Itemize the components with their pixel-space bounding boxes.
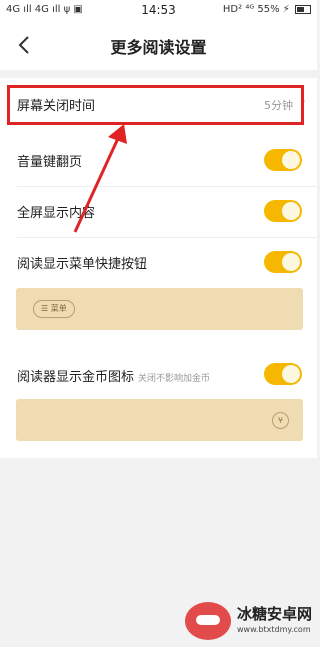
- setting-label: 音量键翻页: [17, 155, 83, 170]
- coin-icon: ¥: [272, 412, 289, 429]
- setting-fullscreen: 全屏显示内容: [0, 187, 317, 235]
- settings-panel: 屏幕关闭时间 5分钟 › 音量键翻页 全屏显示内容 阅读显示菜单快捷按钮 ☰ 菜…: [0, 78, 317, 458]
- battery-icon: [295, 4, 311, 14]
- setting-hint: 关闭不影响加金币: [138, 374, 211, 384]
- watermark-logo-icon: [185, 602, 231, 640]
- status-right: HD² ⁴ᴳ 55% ⚡: [223, 4, 311, 15]
- battery-level: [297, 6, 304, 12]
- setting-menu-shortcut: 阅读显示菜单快捷按钮: [0, 238, 317, 286]
- highlight-box: [7, 85, 304, 125]
- volume-keys-toggle[interactable]: [264, 149, 302, 171]
- setting-label: 阅读显示菜单快捷按钮: [17, 257, 148, 272]
- menu-chip-preview: ☰ 菜单: [33, 300, 75, 318]
- watermark: 冰糖安卓网 www.btxtdmy.com: [185, 600, 315, 642]
- setting-label: 全屏显示内容: [17, 206, 96, 221]
- setting-label: 阅读器显示金币图标 关闭不影响加金币: [17, 366, 210, 385]
- toggle-knob: [282, 365, 300, 383]
- menu-shortcut-preview: ☰ 菜单: [16, 288, 303, 330]
- coin-icon-preview: ¥: [16, 399, 303, 441]
- header: 更多阅读设置: [0, 22, 317, 70]
- toggle-knob: [282, 202, 300, 220]
- network-battery-text: HD² ⁴ᴳ 55% ⚡: [222, 4, 290, 15]
- page-title: 更多阅读设置: [110, 38, 207, 57]
- toggle-knob: [282, 151, 300, 169]
- watermark-url: www.btxtdmy.com: [237, 625, 311, 634]
- toggle-knob: [282, 253, 300, 271]
- watermark-title: 冰糖安卓网: [237, 605, 313, 623]
- setting-coin-icon: 阅读器显示金币图标 关闭不影响加金币: [0, 351, 317, 399]
- setting-label-text: 阅读器显示金币图标: [17, 370, 135, 385]
- coin-icon-toggle[interactable]: [264, 363, 302, 385]
- setting-volume-key-page-turn: 音量键翻页: [0, 136, 317, 184]
- fullscreen-toggle[interactable]: [264, 200, 302, 222]
- menu-shortcut-toggle[interactable]: [264, 251, 302, 273]
- status-bar: 4G ıll 4G ıll ψ ▣ 14:53 HD² ⁴ᴳ 55% ⚡: [0, 0, 317, 22]
